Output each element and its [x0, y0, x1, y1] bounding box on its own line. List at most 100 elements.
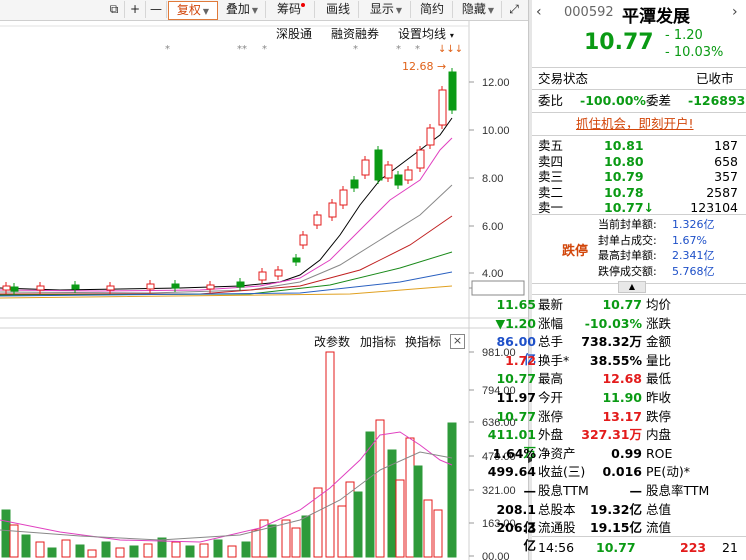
stat-value: 19.15亿: [589, 520, 642, 536]
candle-body: [404, 169, 413, 181]
stat-value: —: [523, 483, 537, 498]
volume-bar: [213, 539, 223, 558]
diejia-dropdown[interactable]: 叠加 ▼: [219, 1, 266, 18]
notification-dot-icon: [301, 3, 305, 7]
stat-label: 涨跌: [646, 315, 672, 331]
ma-line: [0, 215, 453, 295]
price-axis: 12.0010.008.006.004.003.02: [469, 77, 525, 296]
marker-icon: *: [415, 44, 420, 55]
candle-body: [313, 214, 322, 226]
stat-value: 19.32亿: [589, 501, 642, 517]
volume-bar: [241, 541, 251, 558]
next-stock-icon[interactable]: ›: [732, 4, 738, 20]
stat-label: 最低: [646, 371, 672, 387]
status-value: 已收市: [696, 71, 734, 86]
stat-label: 外盘: [538, 427, 564, 443]
volume-bar: [353, 491, 363, 558]
ask-price-value: 10.81: [604, 138, 644, 153]
chart-toolbar: ⧉ + — 复权 ▼ 叠加 ▼ 筹码 画线 显示 ▼ 简约 隐藏 ▼ ⤢: [0, 0, 528, 21]
candle-body: [146, 283, 155, 290]
stat-value: 13.17: [602, 408, 642, 424]
price-tick-label: 10.00: [482, 125, 510, 137]
yincang-label: 隐藏: [461, 2, 486, 16]
candle-body: [339, 189, 348, 206]
ma-line: [0, 117, 453, 291]
close-icon[interactable]: ×: [450, 334, 465, 349]
quote-panel: ‹ 000592 平潭发展 › 10.77 - 1.20 - 10.03% 交易…: [488, 0, 746, 560]
marker-icon: ↓↓↓: [438, 44, 464, 55]
marker-icon: *: [165, 44, 170, 55]
window-icon[interactable]: ⧉: [104, 1, 125, 18]
stat-label: 量比: [646, 352, 672, 368]
volume-bar: [291, 527, 301, 558]
stat-value: 86.00亿: [496, 334, 536, 368]
chevron-down-icon: ▼: [202, 7, 210, 16]
divider: [532, 294, 746, 295]
price-tick-label: 8.00: [482, 173, 503, 185]
current-price-box: [471, 280, 525, 296]
candle-body: [350, 179, 359, 189]
tick-count: 21: [722, 540, 738, 555]
divider: [532, 67, 746, 68]
candle-body: [206, 284, 215, 290]
tick-price: 10.77: [596, 540, 636, 555]
stat-label: 净资产: [538, 445, 576, 461]
candle-body: [258, 271, 267, 281]
candle-body: [71, 284, 80, 290]
huaxian-button[interactable]: 画线: [318, 1, 359, 18]
candle-body: [10, 286, 19, 292]
stat-label: 涨幅: [538, 315, 564, 331]
yincang-dropdown[interactable]: 隐藏 ▼: [455, 1, 502, 18]
chevron-down-icon: ▼: [487, 6, 495, 15]
stat-label: 股息率TTM: [646, 483, 710, 498]
stat-label: 金额: [646, 334, 672, 350]
zoom-out-button[interactable]: —: [146, 1, 167, 18]
jianyue-button[interactable]: 简约: [412, 1, 453, 18]
weicha-label: 委差: [646, 93, 672, 108]
prev-stock-icon[interactable]: ‹: [536, 4, 542, 20]
volume-bar: [433, 509, 443, 558]
fullscreen-icon[interactable]: ⤢: [504, 1, 524, 18]
stat-value: 10.77: [496, 371, 536, 387]
volume-bar: [447, 422, 457, 558]
stat-label: 最新: [538, 297, 564, 312]
ask-price-value: 10.79: [604, 169, 644, 184]
stat-value: 10.77: [602, 297, 642, 312]
volume-bar: [87, 549, 97, 558]
stat-label: 今开: [538, 390, 564, 405]
candle-body: [236, 281, 245, 288]
candlesticks: [2, 68, 457, 295]
stat-value: 0.016: [602, 464, 642, 480]
volume-bar: [375, 419, 385, 558]
price-change-pct: - 10.03%: [665, 45, 724, 60]
chouma-button[interactable]: 筹码: [268, 1, 315, 18]
add-indicator-link[interactable]: 加指标: [360, 333, 396, 350]
volume-bar: [143, 543, 153, 558]
stat-label: 最高: [538, 371, 564, 387]
zoom-in-button[interactable]: +: [125, 1, 146, 18]
stat-label: ROE: [646, 445, 673, 461]
candle-body: [374, 149, 383, 181]
candle-body: [416, 149, 425, 169]
stat-value: 11.97: [496, 390, 536, 405]
volume-bar: [251, 529, 261, 558]
moving-average-lines: [0, 117, 453, 299]
xianshi-dropdown[interactable]: 显示 ▼: [362, 1, 411, 18]
volume-tick-label: 321.00: [482, 485, 516, 497]
fuquan-label: 复权: [176, 3, 201, 17]
switch-indicator-link[interactable]: 换指标: [405, 333, 441, 350]
volume-bar: [9, 524, 19, 558]
weicha-value: -126893: [688, 93, 746, 108]
collapse-up-icon[interactable]: ▲: [618, 281, 646, 293]
stat-value: —: [629, 483, 643, 498]
stock-code: 000592: [564, 5, 614, 20]
stat-label: PE(动)*: [646, 464, 690, 480]
promo-link[interactable]: 抓住机会，即刻开户!: [576, 115, 694, 133]
volume-bar: [171, 541, 181, 558]
stat-value: 327.31万: [581, 427, 642, 443]
fuquan-dropdown[interactable]: 复权 ▼: [168, 1, 218, 20]
change-params-link[interactable]: 改参数: [314, 333, 350, 350]
arrow-down-icon: ↓: [643, 200, 655, 215]
stat-label: 均价: [646, 297, 672, 312]
chouma-label: 筹码: [276, 2, 301, 16]
